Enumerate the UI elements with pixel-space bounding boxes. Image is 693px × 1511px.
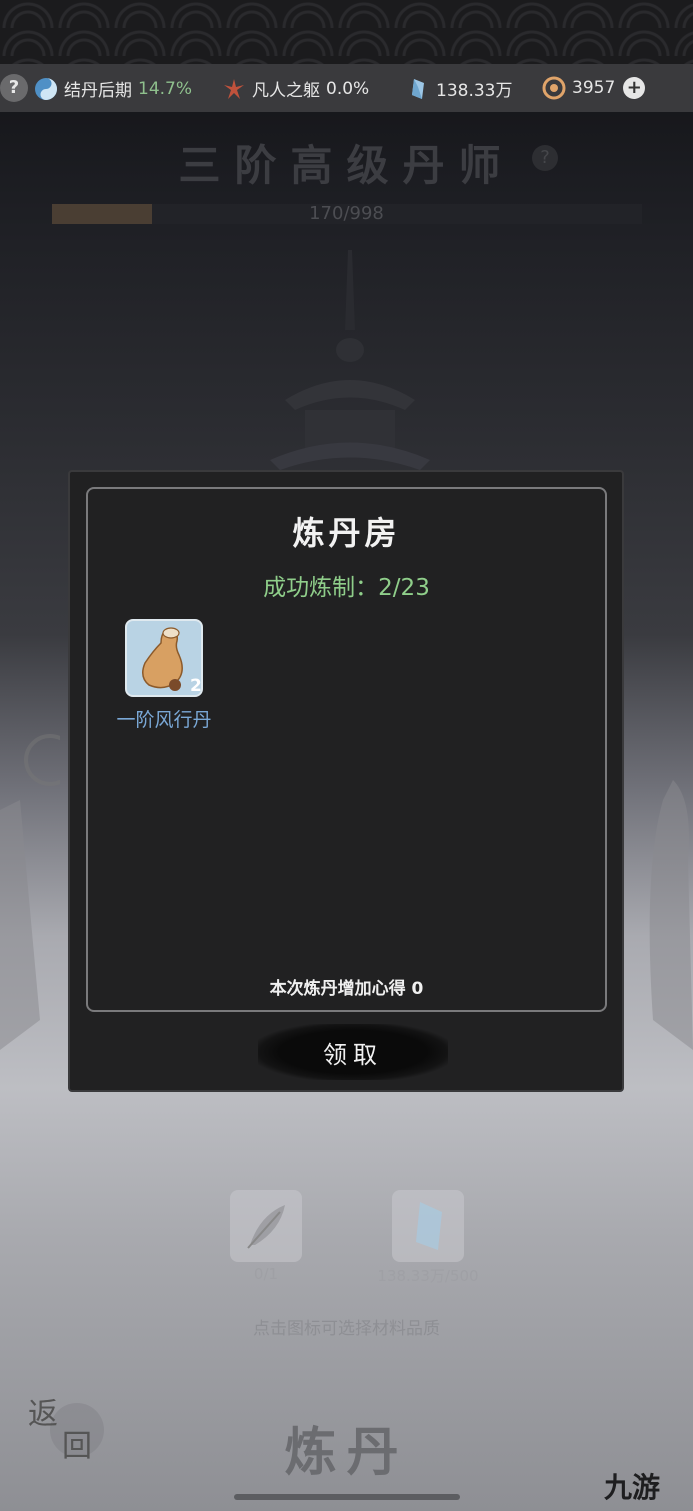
body-label: 凡人之躯 bbox=[252, 81, 320, 101]
left-character-silhouette bbox=[0, 734, 60, 1050]
body-percent: 0.0% bbox=[326, 78, 370, 99]
body-stat[interactable]: 凡人之躯 0.0% bbox=[222, 76, 369, 101]
spirit-stone-material-count: 138.33万/500 bbox=[377, 1267, 479, 1285]
insight-gain-text: 本次炼丹增加心得 0 bbox=[269, 979, 424, 999]
spirit-stone-amount: 138.33万 bbox=[436, 81, 513, 101]
top-wave-pattern bbox=[0, 0, 693, 64]
spirit-stone-icon bbox=[412, 78, 424, 99]
currency-stat[interactable]: 3957 + bbox=[542, 76, 646, 100]
rank-progress-text: 170/998 bbox=[309, 203, 384, 224]
rank-title: 三阶高级丹师 bbox=[178, 141, 515, 190]
realm-stat[interactable]: 结丹后期 14.7% bbox=[34, 76, 192, 101]
right-character-silhouette bbox=[649, 780, 693, 1050]
watermark-text: 九游 bbox=[604, 1471, 661, 1504]
body-sigil-icon bbox=[224, 78, 244, 99]
coin-swirl-icon bbox=[542, 76, 566, 100]
herb-material-slot[interactable] bbox=[230, 1190, 302, 1262]
dialog-content-frame bbox=[86, 487, 607, 1012]
claim-button-label: 领取 bbox=[323, 1040, 383, 1069]
watermark-logo: 九游 bbox=[604, 1466, 660, 1506]
success-count-text: 成功炼制：2/23 bbox=[263, 575, 430, 601]
herb-material-count: 0/1 bbox=[253, 1265, 279, 1283]
rank-help-button[interactable]: ? bbox=[532, 145, 558, 171]
reward-item-name: 一阶风行丹 bbox=[116, 709, 212, 731]
reward-item-count: 2 bbox=[190, 676, 202, 696]
dialog-title: 炼丹房 bbox=[292, 514, 401, 552]
add-currency-button[interactable]: + bbox=[623, 77, 646, 99]
realm-label: 结丹后期 bbox=[64, 81, 132, 101]
herb-leaf-icon bbox=[247, 1205, 285, 1249]
help-button[interactable]: ? bbox=[0, 74, 28, 102]
yin-yang-icon bbox=[35, 77, 57, 100]
realm-percent: 14.7% bbox=[138, 78, 193, 99]
spirit-stone-icon bbox=[416, 1202, 442, 1250]
currency-amount: 3957 bbox=[572, 78, 616, 98]
spirit-stone-stat[interactable]: 138.33万 bbox=[406, 76, 512, 101]
claim-button[interactable]: 领取 bbox=[258, 1024, 448, 1080]
spirit-stone-material-slot[interactable] bbox=[392, 1190, 464, 1262]
pagoda-silhouette bbox=[270, 250, 430, 470]
material-hint: 点击图标可选择材料品质 bbox=[253, 1319, 440, 1339]
home-indicator[interactable] bbox=[234, 1494, 460, 1500]
status-bar: ? 结丹后期 14.7% 凡人之躯 0.0% 138.33万 3957 + bbox=[0, 64, 693, 112]
refine-title: 炼丹 bbox=[284, 1422, 409, 1483]
